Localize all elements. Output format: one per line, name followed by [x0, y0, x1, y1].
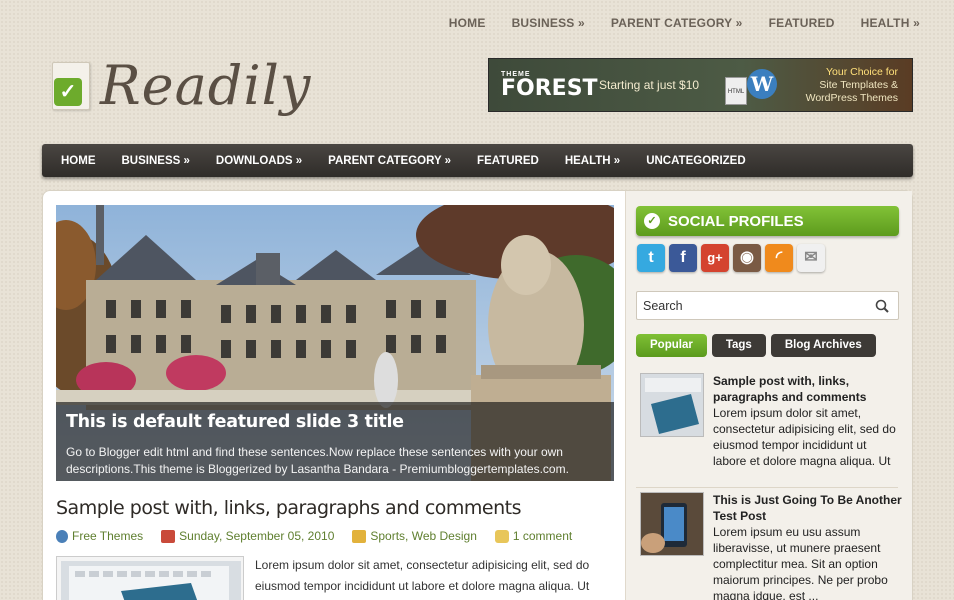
popular-post-excerpt: Lorem ipsum eu usu assum liberavisse, ut… [713, 525, 888, 600]
top-nav-featured[interactable]: FEATURED [756, 16, 848, 30]
banner-price-text: Starting at just $10 [599, 78, 700, 92]
nav-featured[interactable]: FEATURED [464, 155, 552, 167]
twitter-icon[interactable]: t [637, 244, 665, 272]
search-icon[interactable] [870, 296, 898, 316]
tab-popular[interactable]: Popular [636, 334, 707, 357]
nav-parent-category[interactable]: PARENT CATEGORY » [315, 155, 464, 167]
checkmark-document-icon: ✓ [48, 60, 92, 112]
facebook-icon[interactable]: f [669, 244, 697, 272]
site-title: Readily [100, 54, 312, 117]
comment-icon [494, 529, 509, 543]
email-icon[interactable]: ✉ [797, 244, 825, 272]
tab-tags[interactable]: Tags [711, 334, 766, 357]
post-title[interactable]: Sample post with, links, paragraphs and … [56, 497, 522, 519]
slide-description: Go to Blogger edit html and find these s… [66, 445, 569, 476]
checkmark-icon: ✓ [644, 213, 660, 229]
nav-business[interactable]: BUSINESS » [109, 155, 203, 167]
popular-post-title[interactable]: This is Just Going To Be Another Test Po… [713, 492, 903, 524]
top-navigation: HOME BUSINESS » PARENT CATEGORY » FEATUR… [436, 16, 920, 30]
calendar-icon [161, 529, 176, 543]
divider [636, 487, 898, 488]
instagram-icon[interactable]: ◉ [733, 244, 761, 272]
nav-uncategorized[interactable]: UNCATEGORIZED [633, 155, 758, 167]
popular-post-thumbnail[interactable] [640, 373, 704, 437]
rss-icon[interactable]: ◜ [765, 244, 793, 272]
slide-title[interactable]: This is default featured slide 3 title [66, 412, 604, 432]
author-icon [56, 529, 68, 543]
top-nav-health[interactable]: HEALTH » [848, 16, 920, 30]
post-meta: Free Themes Sunday, September 05, 2010 S… [56, 529, 590, 543]
themeforest-logo: THEME FOREST [501, 70, 598, 101]
nav-home[interactable]: HOME [48, 155, 109, 167]
main-navigation: HOME BUSINESS » DOWNLOADS » PARENT CATEG… [42, 144, 913, 177]
nav-downloads[interactable]: DOWNLOADS » [203, 155, 315, 167]
post-categories[interactable]: Sports, Web Design [370, 529, 477, 543]
themeforest-banner-ad[interactable]: THEME FOREST Starting at just $10 HTML W… [488, 58, 913, 112]
top-nav-business[interactable]: BUSINESS » [499, 16, 598, 30]
wordpress-icon: HTML W [719, 63, 783, 107]
search-input[interactable] [643, 298, 870, 313]
banner-tagline: Your Choice for Site Templates & WordPre… [805, 65, 898, 104]
top-nav-home[interactable]: HOME [436, 16, 499, 30]
featured-slider[interactable]: This is default featured slide 3 title G… [56, 205, 614, 481]
post-date: Sunday, September 05, 2010 [179, 529, 335, 543]
search-box [636, 291, 899, 320]
post-excerpt: Lorem ipsum dolor sit amet, consectetur … [255, 558, 590, 593]
popular-post-excerpt: Lorem ipsum dolor sit amet, consectetur … [713, 406, 896, 468]
google-plus-icon[interactable]: g+ [701, 244, 729, 272]
post-author[interactable]: Free Themes [72, 529, 143, 543]
popular-post-thumbnail[interactable] [640, 492, 704, 556]
social-icons: t f g+ ◉ ◜ ✉ [637, 244, 825, 272]
social-profiles-header: ✓ SOCIAL PROFILES [636, 206, 899, 236]
nav-health[interactable]: HEALTH » [552, 155, 633, 167]
post-comments[interactable]: 1 comment [513, 529, 572, 543]
slide-caption: This is default featured slide 3 title G… [56, 402, 614, 481]
post-thumbnail[interactable] [56, 556, 244, 600]
popular-post-title[interactable]: Sample post with, links, paragraphs and … [713, 373, 903, 405]
site-logo[interactable]: ✓ Readily [48, 56, 311, 116]
sidebar-tabs: Popular Tags Blog Archives [636, 334, 876, 357]
tab-blog-archives[interactable]: Blog Archives [770, 334, 876, 357]
folder-icon [352, 529, 367, 543]
top-nav-parent-category[interactable]: PARENT CATEGORY » [598, 16, 756, 30]
